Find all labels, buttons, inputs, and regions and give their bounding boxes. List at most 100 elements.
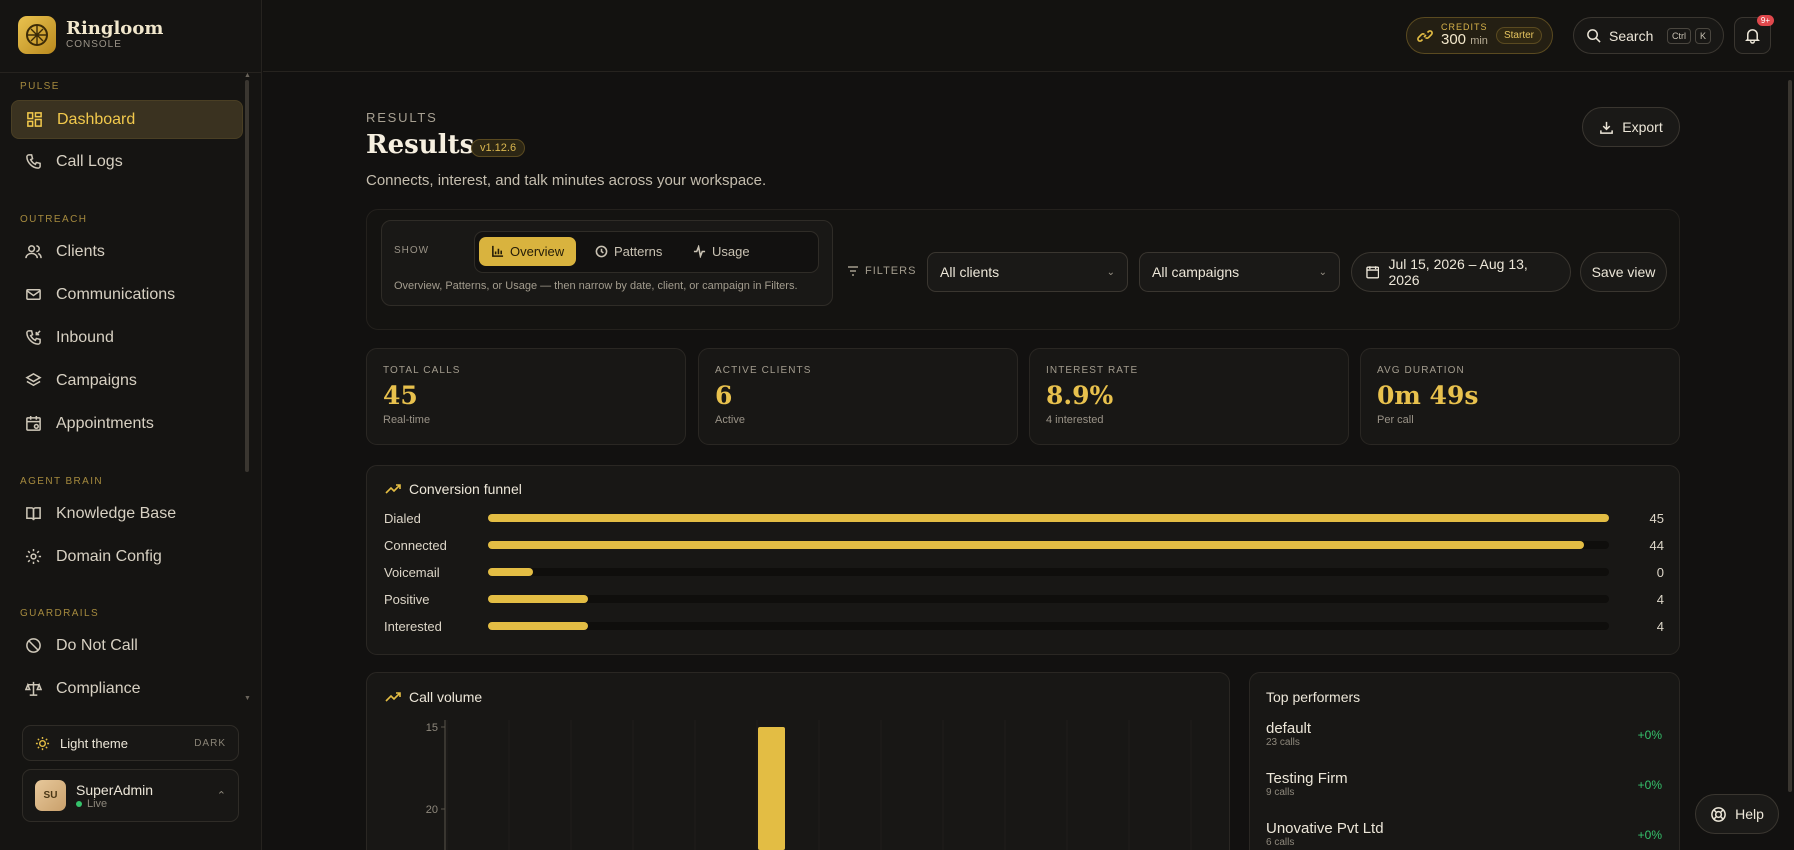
phone-incoming-icon (26, 330, 41, 345)
performer-delta: +0% (1637, 828, 1662, 842)
page-title: Results (366, 130, 475, 160)
funnel-value: 0 (1656, 564, 1664, 580)
sidebar-scrollbar[interactable] (245, 80, 249, 472)
export-label: Export (1622, 119, 1663, 135)
link-icon (1417, 29, 1433, 42)
sidebar-item-call-logs[interactable]: Call Logs (11, 142, 243, 181)
sidebar-item-domain-config[interactable]: Domain Config (11, 537, 243, 576)
user-status: Live (76, 798, 153, 810)
search-icon (1587, 29, 1601, 43)
kpi-label: INTEREST RATE (1046, 365, 1139, 376)
user-menu[interactable]: SU SuperAdmin Live ⌃ (22, 769, 239, 822)
performer-row[interactable]: Unovative Pvt Ltd 6 calls +0% (1266, 820, 1662, 848)
sidebar: Ringloom CONSOLE PULSE Dashboard Call Lo… (0, 0, 262, 850)
volume-bar (758, 727, 785, 850)
mail-icon (26, 289, 41, 300)
trend-up-icon (385, 484, 401, 494)
book-icon (26, 507, 41, 521)
funnel-track (488, 514, 1609, 522)
show-label: SHOW (394, 245, 430, 256)
performer-row[interactable]: default 23 calls +0% (1266, 720, 1662, 748)
sidebar-item-campaigns[interactable]: Campaigns (11, 361, 243, 400)
layers-icon (25, 373, 42, 387)
kpi-label: AVG DURATION (1377, 365, 1465, 376)
version-badge: v1.12.6 (471, 139, 526, 157)
credits-value: 300 min (1441, 32, 1488, 49)
users-icon (25, 245, 42, 259)
sidebar-item-clients[interactable]: Clients (11, 232, 243, 271)
help-button[interactable]: Help (1695, 794, 1779, 834)
sidebar-item-label: Campaigns (56, 371, 137, 389)
credits-unit: min (1470, 35, 1488, 47)
kpi-value: 8.9% (1046, 381, 1114, 410)
sidebar-item-label: Do Not Call (56, 636, 138, 654)
brand-name: Ringloom (66, 18, 164, 39)
y-tick-label: 20 (426, 804, 438, 816)
funnel-value: 44 (1649, 537, 1664, 553)
save-view-button[interactable]: Save view (1580, 252, 1667, 292)
search-button[interactable]: Search Ctrl K (1573, 17, 1724, 54)
kpi-label: ACTIVE CLIENTS (715, 365, 812, 376)
divider (0, 72, 261, 73)
chevron-down-icon: ⌄ (1318, 266, 1327, 278)
funnel-row: Dialed 45 (384, 509, 1664, 527)
sidebar-item-do-not-call[interactable]: Do Not Call (11, 626, 243, 665)
section-guardrails: GUARDRAILS (20, 608, 100, 619)
funnel-track (488, 595, 1609, 603)
user-name: SuperAdmin (76, 781, 154, 798)
sidebar-item-label: Domain Config (56, 547, 162, 565)
brand-logo-icon (18, 16, 56, 54)
tab-overview[interactable]: Overview (479, 237, 577, 266)
theme-toggle[interactable]: Light theme DARK (22, 725, 239, 761)
sidebar-item-label: Knowledge Base (56, 504, 177, 522)
clock-icon (595, 245, 608, 258)
call-volume-chart: 2015 (426, 720, 1192, 850)
tab-label: Usage (712, 244, 750, 259)
search-label: Search (1609, 27, 1654, 44)
page-subtitle: Connects, interest, and talk minutes acr… (366, 172, 767, 189)
funnel-row: Connected 44 (384, 536, 1664, 554)
notifications-button[interactable]: 9+ (1734, 15, 1774, 54)
main-scrollbar[interactable] (1788, 80, 1792, 792)
performer-row[interactable]: Testing Firm 9 calls +0% (1266, 770, 1662, 798)
performer-name: Testing Firm (1266, 770, 1348, 787)
funnel-title: Conversion funnel (385, 481, 522, 497)
sidebar-item-label: Clients (56, 242, 105, 260)
kbd-k: K (1694, 27, 1711, 44)
export-button[interactable]: Export (1582, 107, 1680, 147)
funnel-row: Voicemail 0 (384, 563, 1664, 581)
y-tick-label: 15 (426, 722, 438, 734)
scroll-down-icon[interactable]: ▼ (244, 695, 251, 702)
kpi-avg-duration: AVG DURATION 0m 49s Per call (1360, 348, 1680, 445)
grid-icon (27, 112, 42, 127)
date-range-picker[interactable]: Jul 15, 2026 – Aug 13, 2026 (1351, 252, 1571, 292)
lifebuoy-icon (1711, 806, 1726, 822)
kbd-ctrl: Ctrl (1666, 27, 1691, 44)
sidebar-item-compliance[interactable]: Compliance (11, 669, 243, 708)
filters-toggle[interactable]: FILTERS (847, 265, 916, 277)
sidebar-item-appointments[interactable]: Appointments (11, 404, 243, 443)
phone-icon (26, 154, 41, 169)
brand[interactable]: Ringloom CONSOLE (18, 16, 163, 54)
kpi-sub: 4 interested (1046, 414, 1104, 426)
credits-pill[interactable]: CREDITS 300 min Starter (1406, 17, 1553, 54)
tab-label: Patterns (614, 244, 663, 259)
sidebar-item-knowledge-base[interactable]: Knowledge Base (11, 494, 243, 533)
client-select[interactable]: All clients ⌄ (927, 252, 1128, 292)
funnel-track (488, 568, 1609, 576)
sidebar-item-communications[interactable]: Communications (11, 275, 243, 314)
section-agent-brain: AGENT BRAIN (20, 476, 104, 487)
campaign-select[interactable]: All campaigns ⌄ (1139, 252, 1340, 292)
tab-usage[interactable]: Usage (681, 237, 762, 266)
sidebar-item-dashboard[interactable]: Dashboard (11, 100, 243, 139)
sidebar-item-inbound[interactable]: Inbound (11, 318, 243, 357)
funnel-bar (488, 595, 588, 603)
tab-patterns[interactable]: Patterns (583, 237, 674, 266)
scroll-up-icon[interactable]: ▲ (244, 72, 251, 79)
performer-calls: 23 calls (1266, 737, 1300, 748)
funnel-bar (488, 568, 533, 576)
sidebar-item-label: Compliance (56, 679, 141, 697)
funnel-value: 45 (1649, 510, 1664, 526)
performer-calls: 9 calls (1266, 787, 1295, 798)
funnel-value: 4 (1656, 618, 1664, 634)
